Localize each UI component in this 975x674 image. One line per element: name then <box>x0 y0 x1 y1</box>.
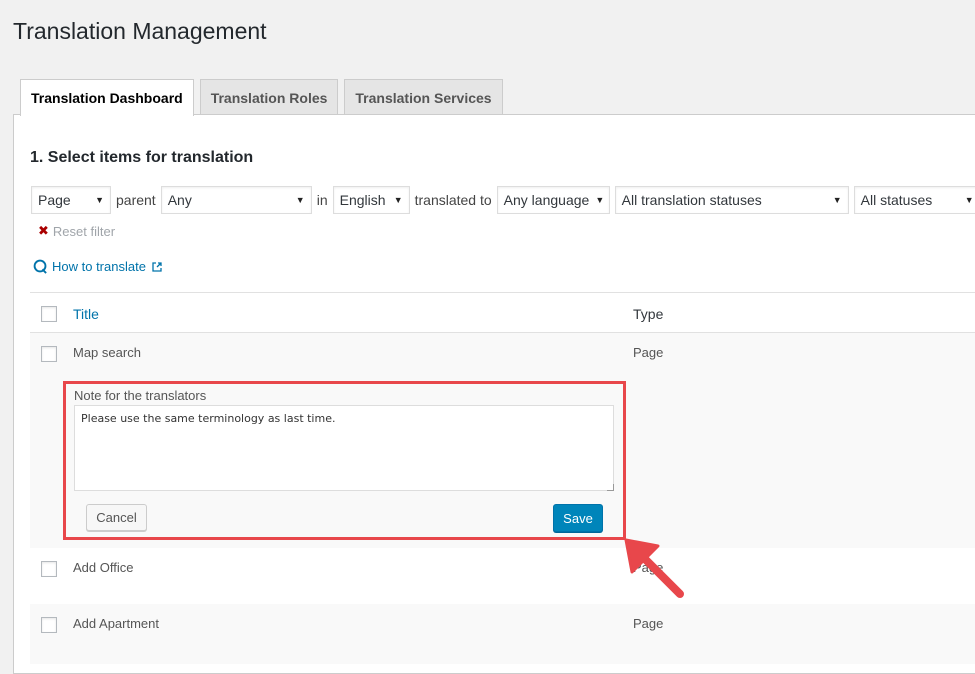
status-select[interactable]: All statuses ▼ <box>853 186 975 214</box>
table-header: Title Type <box>30 292 975 333</box>
row-title: Add Apartment <box>73 616 159 631</box>
row-title: Add Office <box>73 560 134 575</box>
row-type: Page <box>633 345 664 360</box>
parent-select[interactable]: Any ▼ <box>160 186 312 214</box>
cancel-button[interactable]: Cancel <box>86 504 147 531</box>
source-language-select[interactable]: English ▼ <box>332 186 410 214</box>
chevron-down-icon: ▼ <box>95 195 104 205</box>
page-title: Translation Management <box>13 18 267 44</box>
target-language-select[interactable]: Any language ▼ <box>496 186 610 214</box>
items-table: Title Type Map search Page Note for the … <box>30 292 975 664</box>
status-value: All statuses <box>860 192 933 208</box>
chevron-down-icon: ▼ <box>393 195 403 205</box>
translation-status-value: All translation statuses <box>621 192 762 208</box>
translated-to-label: translated to <box>414 192 492 208</box>
type-select-value: Page <box>38 192 71 208</box>
chevron-down-icon: ▼ <box>595 195 605 205</box>
column-type: Type <box>633 306 664 322</box>
dashboard-panel: 1. Select items for translation Page ▼ p… <box>13 114 975 674</box>
translator-note-form: Note for the translators Please use the … <box>63 381 626 540</box>
chevron-down-icon: ▼ <box>832 195 842 205</box>
select-all-checkbox[interactable] <box>41 306 57 322</box>
reset-filter-label: Reset filter <box>52 223 116 239</box>
table-row: Add Apartment Page <box>30 604 975 664</box>
parent-select-value: Any <box>167 192 192 208</box>
target-language-value: Any language <box>503 192 590 208</box>
row-checkbox[interactable] <box>41 346 57 362</box>
resize-handle[interactable] <box>607 484 614 491</box>
close-icon: ✖ <box>38 223 49 238</box>
in-label: in <box>316 192 328 208</box>
help-icon <box>33 259 47 274</box>
note-textarea[interactable]: Please use the same terminology as last … <box>74 405 614 491</box>
row-checkbox[interactable] <box>41 561 57 577</box>
section-title: 1. Select items for translation <box>30 149 254 166</box>
chevron-down-icon: ▼ <box>964 195 974 205</box>
row-checkbox[interactable] <box>41 617 57 633</box>
how-to-translate-label: How to translate <box>52 259 146 274</box>
column-title[interactable]: Title <box>73 306 99 322</box>
row-title: Map search <box>73 345 141 360</box>
reset-filter-link[interactable]: ✖ Reset filter <box>38 223 115 239</box>
tab-translation-dashboard[interactable]: Translation Dashboard <box>20 79 194 116</box>
tab-bar: Translation Dashboard Translation Roles … <box>20 79 509 116</box>
table-row: Map search Page Note for the translators… <box>30 333 975 548</box>
parent-label: parent <box>116 192 156 208</box>
table-row: Add Office Page <box>30 548 975 604</box>
note-label: Note for the translators <box>74 388 207 403</box>
source-language-value: English <box>339 192 386 208</box>
external-link-icon <box>152 261 162 272</box>
translation-status-select[interactable]: All translation statuses ▼ <box>614 186 849 214</box>
tab-translation-services[interactable]: Translation Services <box>344 79 503 115</box>
arrow-pointer-icon <box>624 538 684 598</box>
type-select[interactable]: Page ▼ <box>31 186 111 214</box>
how-to-translate-link[interactable]: How to translate <box>33 259 166 274</box>
save-button[interactable]: Save <box>553 504 603 532</box>
row-type: Page <box>633 616 664 631</box>
chevron-down-icon: ▼ <box>295 195 305 205</box>
filter-bar: Page ▼ parent Any ▼ in English ▼ transla… <box>31 186 975 214</box>
tab-translation-roles[interactable]: Translation Roles <box>199 79 339 115</box>
